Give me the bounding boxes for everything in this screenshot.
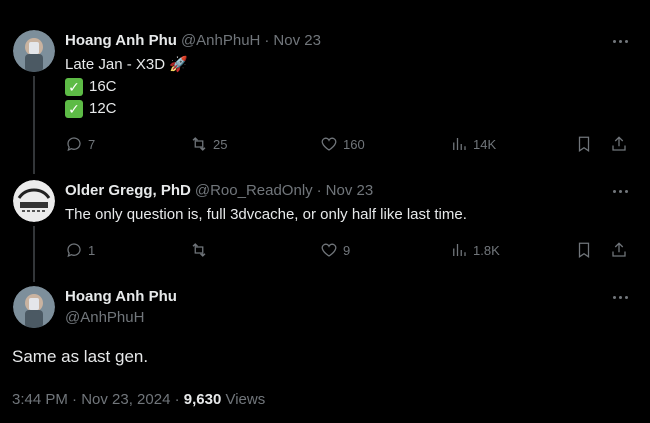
views-count: 14K — [473, 136, 497, 152]
user-handle[interactable]: @AnhPhuH — [65, 309, 177, 326]
heart-icon — [321, 243, 337, 257]
reply-icon — [67, 243, 81, 258]
action-bar: 7 25 160 14K — [65, 134, 630, 154]
tweet-text: The only question is, full 3dvcache, or … — [65, 206, 467, 223]
check-mark-icon: ✓ — [65, 100, 83, 118]
views-count: 9,630 — [183, 391, 222, 408]
retweet-button[interactable] — [190, 240, 213, 260]
bookmark-icon — [578, 136, 590, 152]
user-handle[interactable]: @Roo_ReadOnly — [195, 182, 313, 199]
tweet-text: Late Jan - X3D 🚀 ✓ 16C ✓ 12C — [65, 54, 188, 120]
tweet-date[interactable]: Nov 23 — [273, 32, 321, 49]
share-button[interactable] — [610, 134, 628, 154]
retweet-count: 25 — [213, 136, 228, 152]
share-button[interactable] — [610, 240, 628, 260]
views-button[interactable]: 1.8K — [450, 240, 500, 260]
avatar[interactable] — [13, 286, 55, 328]
like-button[interactable]: 160 — [320, 134, 365, 154]
more-options-button[interactable] — [610, 290, 630, 304]
check-item-label: 12C — [89, 100, 117, 117]
user-handle[interactable]: @AnhPhuH — [181, 32, 260, 49]
avatar[interactable] — [13, 30, 55, 72]
share-icon — [612, 136, 626, 151]
bookmark-icon — [578, 242, 590, 258]
tweet-meta: 3:44 PM · Nov 23, 2024 · 9,630 Views — [12, 391, 265, 408]
like-count: 9 — [343, 242, 351, 258]
tweet-text: Same as last gen. — [12, 347, 149, 366]
bookmark-button[interactable] — [575, 134, 593, 154]
separator-dot: · — [316, 182, 322, 199]
views-count: 1.8K — [473, 242, 500, 258]
reply-count: 1 — [88, 242, 96, 258]
reply-icon — [67, 137, 81, 152]
avatar[interactable] — [13, 180, 55, 222]
retweet-icon — [192, 243, 206, 257]
more-options-button[interactable] — [610, 184, 630, 198]
like-button[interactable]: 9 — [320, 240, 350, 260]
views-label: Views — [221, 391, 266, 408]
more-options-button[interactable] — [610, 34, 630, 48]
display-name[interactable]: Older Gregg, PhD — [65, 182, 191, 199]
heart-icon — [321, 137, 337, 151]
reply-button[interactable]: 1 — [65, 240, 95, 260]
display-name[interactable]: Hoang Anh Phu — [65, 288, 177, 305]
reply-button[interactable]: 7 — [65, 134, 95, 154]
rocket-emoji-icon: 🚀 — [169, 56, 188, 73]
check-item-label: 16C — [89, 78, 117, 95]
views-icon — [453, 138, 466, 150]
reply-count: 7 — [88, 136, 96, 152]
views-button[interactable]: 14K — [450, 134, 496, 154]
tweet-header: Older Gregg, PhD @Roo_ReadOnly · Nov 23 — [65, 182, 373, 199]
thread-line — [33, 76, 35, 174]
author-block: Hoang Anh Phu @AnhPhuH — [65, 288, 177, 326]
thread-line — [33, 226, 35, 282]
retweet-icon — [192, 137, 206, 151]
separator-dot: · — [264, 32, 270, 49]
tweet-text-line: Late Jan - X3D — [65, 56, 166, 73]
display-name[interactable]: Hoang Anh Phu — [65, 32, 177, 49]
like-count: 160 — [343, 136, 365, 152]
retweet-button[interactable]: 25 — [190, 134, 227, 154]
views-icon — [453, 244, 466, 256]
check-mark-icon: ✓ — [65, 78, 83, 96]
action-bar: 1 9 1.8K — [65, 240, 630, 260]
timestamp[interactable]: 3:44 PM · Nov 23, 2024 · — [12, 391, 184, 408]
tweet-header: Hoang Anh Phu @AnhPhuH · Nov 23 — [65, 32, 321, 49]
tweet-date[interactable]: Nov 23 — [326, 182, 374, 199]
bookmark-button[interactable] — [575, 240, 593, 260]
share-icon — [612, 242, 626, 257]
